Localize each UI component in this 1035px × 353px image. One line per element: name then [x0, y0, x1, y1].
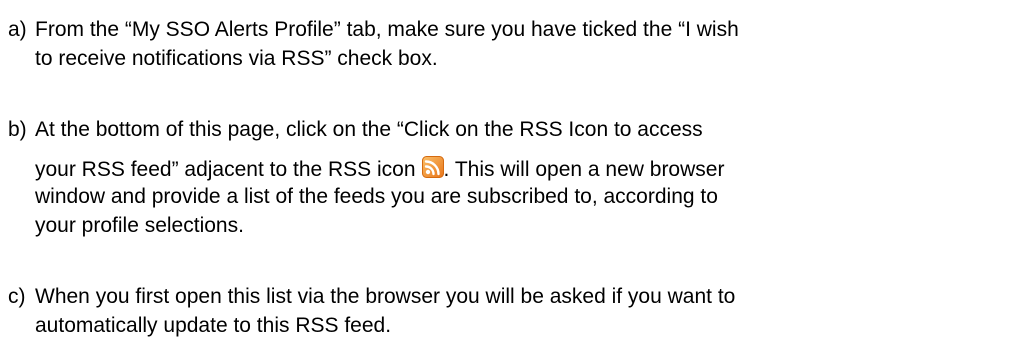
item-b-line-2-tail: . This will open a new browser — [443, 158, 725, 181]
item-a-line-2: to receive notifications via RSS” check … — [35, 47, 438, 70]
item-b-line-3: window and provide a list of the feeds y… — [35, 185, 718, 208]
item-c-line-2: automatically update to this RSS feed. — [35, 314, 392, 337]
item-b-line-4: your profile selections. — [35, 214, 244, 237]
item-b-line-1: At the bottom of this page, click on the… — [35, 118, 703, 141]
item-c-line-1: When you first open this list via the br… — [35, 285, 736, 308]
list-marker-a: a) — [8, 18, 27, 41]
list-marker-b: b) — [8, 118, 27, 141]
item-b-line-2: your RSS feed” adjacent to the RSS icon … — [35, 156, 724, 182]
list-marker-c: c) — [8, 285, 26, 308]
item-a-line-1: From the “My SSO Alerts Profile” tab, ma… — [35, 18, 739, 41]
item-b-line-2-text: your RSS feed” adjacent to the RSS icon — [35, 158, 416, 181]
rss-icon — [421, 156, 444, 178]
